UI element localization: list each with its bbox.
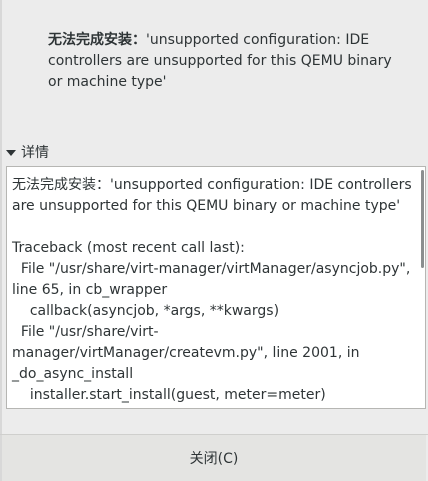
details-text-view[interactable]: 无法完成安装：'unsupported configuration: IDE c… (6, 166, 426, 409)
details-traceback-text: 无法完成安装：'unsupported configuration: IDE c… (12, 177, 412, 403)
error-message-prefix: 无法完成安装： (48, 32, 146, 48)
close-button[interactable]: 关闭(C) (2, 435, 426, 481)
error-message: 无法完成安装：'unsupported configuration: IDE c… (48, 30, 408, 93)
error-dialog: 无法完成安装：'unsupported configuration: IDE c… (2, 0, 426, 481)
details-expander-label: 详情 (21, 145, 49, 161)
expander-arrow-icon (6, 150, 16, 156)
details-scrollbar[interactable] (421, 170, 424, 268)
details-expander[interactable]: 详情 (6, 142, 49, 162)
